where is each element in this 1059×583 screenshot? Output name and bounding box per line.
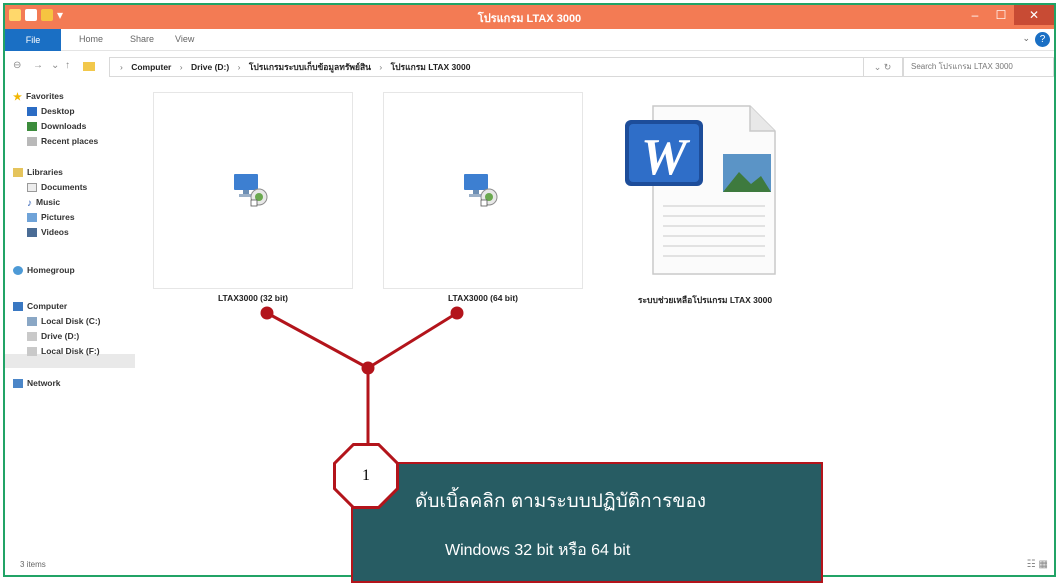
- breadcrumb-assets-folder[interactable]: โปรแกรมระบบเก็บข้อมูลทรัพย์สิน: [249, 62, 371, 72]
- svg-text:W: W: [641, 129, 691, 186]
- breadcrumb-ltax-folder[interactable]: โปรแกรม LTAX 3000: [391, 62, 471, 72]
- address-bar[interactable]: › Computer › Drive (D:) › โปรแกรมระบบเก็…: [109, 57, 864, 77]
- close-button[interactable]: ✕: [1014, 5, 1054, 25]
- navigation-pane: ★ Favorites Desktop Downloads Recent pla…: [5, 85, 135, 555]
- nav-label: Documents: [41, 182, 88, 192]
- nav-label: Music: [36, 197, 61, 207]
- maximize-button[interactable]: ☐: [988, 5, 1014, 25]
- callout-line-1: ดับเบิ้ลคลิก ตามระบบปฏิบัติการของ: [415, 491, 707, 512]
- breadcrumb-separator: ›: [379, 62, 383, 72]
- search-input[interactable]: Search โปรแกรม LTAX 3000: [903, 57, 1054, 77]
- nav-drive-d[interactable]: Drive (D:): [27, 331, 79, 341]
- nav-label: Computer: [27, 301, 68, 311]
- drive-icon: [27, 331, 37, 341]
- recent-locations-icon[interactable]: ⌄: [51, 60, 59, 71]
- tab-view[interactable]: View: [175, 34, 194, 44]
- breadcrumb-separator: ›: [179, 62, 183, 72]
- forward-arrow-icon[interactable]: →: [33, 60, 43, 71]
- file-tile-ltax-64[interactable]: [383, 92, 583, 289]
- help-icon[interactable]: ?: [1035, 32, 1050, 47]
- nav-label: Favorites: [25, 91, 64, 101]
- folder-location-icon: [83, 62, 95, 71]
- drive-icon: [27, 346, 37, 356]
- nav-local-disk-c[interactable]: Local Disk (C:): [27, 316, 101, 326]
- nav-label: Videos: [41, 227, 69, 237]
- breadcrumb-separator: ›: [237, 62, 241, 72]
- callout-line-2: Windows 32 bit หรือ 64 bit: [445, 542, 631, 559]
- star-icon: ★: [13, 91, 22, 103]
- drive-icon: [27, 316, 37, 326]
- selected-highlight: [5, 354, 135, 368]
- nav-recent-places[interactable]: Recent places: [27, 136, 98, 146]
- nav-music[interactable]: ♪ Music: [27, 197, 61, 209]
- nav-downloads[interactable]: Downloads: [27, 121, 86, 131]
- refresh-icon[interactable]: ⌄ ↻: [863, 57, 903, 77]
- nav-desktop[interactable]: Desktop: [27, 106, 75, 116]
- libraries-icon: [13, 167, 23, 177]
- nav-label: Drive (D:): [41, 331, 80, 341]
- nav-local-disk-f[interactable]: Local Disk (F:): [27, 346, 100, 356]
- nav-label: Local Disk (F:): [41, 346, 100, 356]
- nav-label: Network: [27, 378, 61, 388]
- file-tile-ltax-32[interactable]: [153, 92, 353, 289]
- nav-label: Local Disk (C:): [41, 316, 101, 326]
- window-title: โปรแกรม LTAX 3000: [477, 13, 582, 25]
- minimize-button[interactable]: –: [962, 5, 988, 25]
- nav-label: Desktop: [41, 106, 75, 116]
- nav-homegroup[interactable]: Homegroup: [13, 265, 75, 275]
- recent-places-icon: [27, 136, 37, 146]
- title-bar: ▾ โปรแกรม LTAX 3000 – ☐ ✕: [5, 5, 1054, 29]
- tab-home[interactable]: Home: [79, 34, 103, 44]
- status-item-count: 3 items: [20, 560, 46, 569]
- computer-icon: [13, 301, 23, 311]
- file-label-ltax-32[interactable]: LTAX3000 (32 bit): [153, 293, 353, 303]
- window-controls: – ☐ ✕: [962, 5, 1054, 25]
- nav-videos[interactable]: Videos: [27, 227, 69, 237]
- music-icon: ♪: [27, 197, 32, 209]
- nav-pictures[interactable]: Pictures: [27, 212, 75, 222]
- view-toggle-icons[interactable]: ☷ ▦: [1027, 559, 1048, 570]
- homegroup-icon: [13, 265, 23, 275]
- nav-libraries[interactable]: Libraries: [13, 167, 63, 177]
- network-icon: [13, 378, 23, 388]
- ribbon: File Home Share View ⌄ ?: [5, 29, 1054, 51]
- nav-documents[interactable]: Documents: [27, 182, 87, 192]
- file-tile-help-doc[interactable]: W: [625, 102, 780, 277]
- shortcut-app-icon: [234, 174, 268, 207]
- breadcrumb-computer[interactable]: Computer: [131, 62, 171, 72]
- step-number: 1: [336, 446, 396, 506]
- shortcut-app-icon: [464, 174, 498, 207]
- up-arrow-icon[interactable]: ↑: [65, 60, 70, 71]
- instruction-callout: ดับเบิ้ลคลิก ตามระบบปฏิบัติการของ Window…: [351, 462, 823, 583]
- tab-file[interactable]: File: [5, 29, 61, 51]
- documents-icon: [27, 182, 37, 192]
- back-arrow-icon[interactable]: ⊖: [13, 60, 21, 71]
- breadcrumb-drive-d[interactable]: Drive (D:): [191, 62, 229, 72]
- desktop-icon: [27, 106, 37, 116]
- expand-ribbon-icon[interactable]: ⌄: [1022, 33, 1030, 44]
- nav-label: Pictures: [41, 212, 75, 222]
- nav-label: Homegroup: [27, 265, 75, 275]
- nav-label: Downloads: [41, 121, 87, 131]
- nav-favorites[interactable]: ★ Favorites: [13, 91, 64, 103]
- tab-share[interactable]: Share: [130, 34, 154, 44]
- file-label-help-doc[interactable]: ระบบช่วยเหลือโปรแกรม LTAX 3000: [610, 293, 800, 307]
- nav-computer[interactable]: Computer: [13, 301, 67, 311]
- videos-icon: [27, 227, 37, 237]
- pictures-icon: [27, 212, 37, 222]
- word-document-icon: W: [625, 105, 776, 275]
- nav-network[interactable]: Network: [13, 378, 61, 388]
- address-bar-row: ⊖ → ⌄ ↑ › Computer › Drive (D:) › โปรแกร…: [5, 52, 1054, 82]
- file-label-ltax-64[interactable]: LTAX3000 (64 bit): [383, 293, 583, 303]
- breadcrumb-separator: ›: [120, 62, 123, 72]
- nav-label: Libraries: [27, 167, 63, 177]
- nav-label: Recent places: [41, 136, 99, 146]
- downloads-icon: [27, 121, 37, 131]
